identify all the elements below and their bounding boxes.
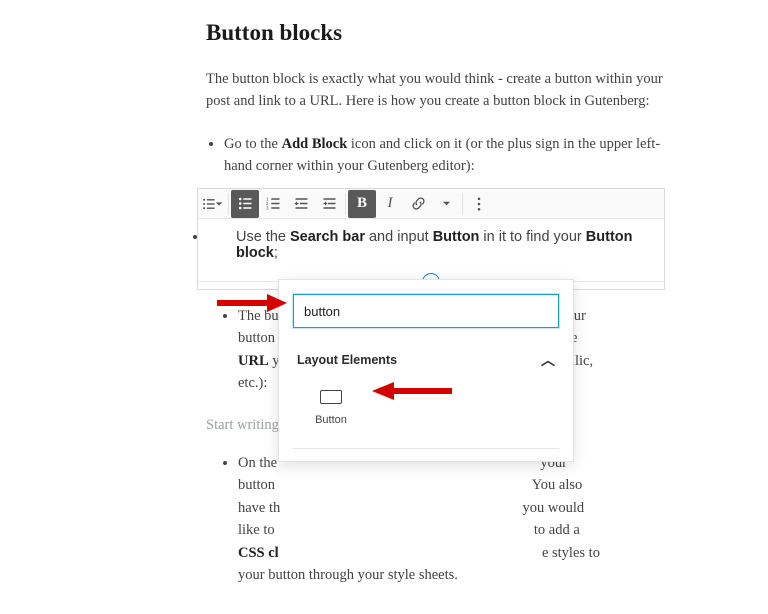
bullet-list-button[interactable] bbox=[231, 190, 259, 218]
list-type-button[interactable] bbox=[198, 190, 226, 218]
panel-divider bbox=[293, 448, 559, 449]
italic-button[interactable]: I bbox=[376, 190, 404, 218]
intro-paragraph: The button block is exactly what you wou… bbox=[206, 68, 676, 113]
more-options-button[interactable] bbox=[465, 190, 493, 218]
block-search-input[interactable] bbox=[293, 294, 559, 328]
block-result-button[interactable]: Button bbox=[299, 390, 363, 426]
block-search-panel: Layout Elements ︿ Button bbox=[278, 279, 574, 462]
more-format-button[interactable] bbox=[432, 190, 460, 218]
block-result-label: Button bbox=[299, 414, 363, 426]
indent-button[interactable] bbox=[315, 190, 343, 218]
step-4: On the your button You also have th you … bbox=[238, 452, 676, 587]
button-block-icon bbox=[320, 390, 342, 404]
step-2: Use the Search bar and input Button in i… bbox=[208, 219, 664, 273]
outdent-button[interactable] bbox=[287, 190, 315, 218]
block-toolbar: 123 B I Use the Search bar and input But… bbox=[197, 188, 665, 290]
annotation-arrow-2 bbox=[368, 380, 454, 402]
annotation-arrow-1 bbox=[215, 292, 287, 314]
svg-text:3: 3 bbox=[266, 206, 269, 211]
step-1: Go to the Add Block icon and click on it… bbox=[224, 133, 676, 178]
bold-button[interactable]: B bbox=[348, 190, 376, 218]
link-button[interactable] bbox=[404, 190, 432, 218]
numbered-list-button[interactable]: 123 bbox=[259, 190, 287, 218]
page-title: Button blocks bbox=[206, 20, 676, 46]
section-title: Layout Elements bbox=[297, 353, 397, 367]
chevron-up-icon[interactable]: ︿ bbox=[541, 350, 555, 370]
